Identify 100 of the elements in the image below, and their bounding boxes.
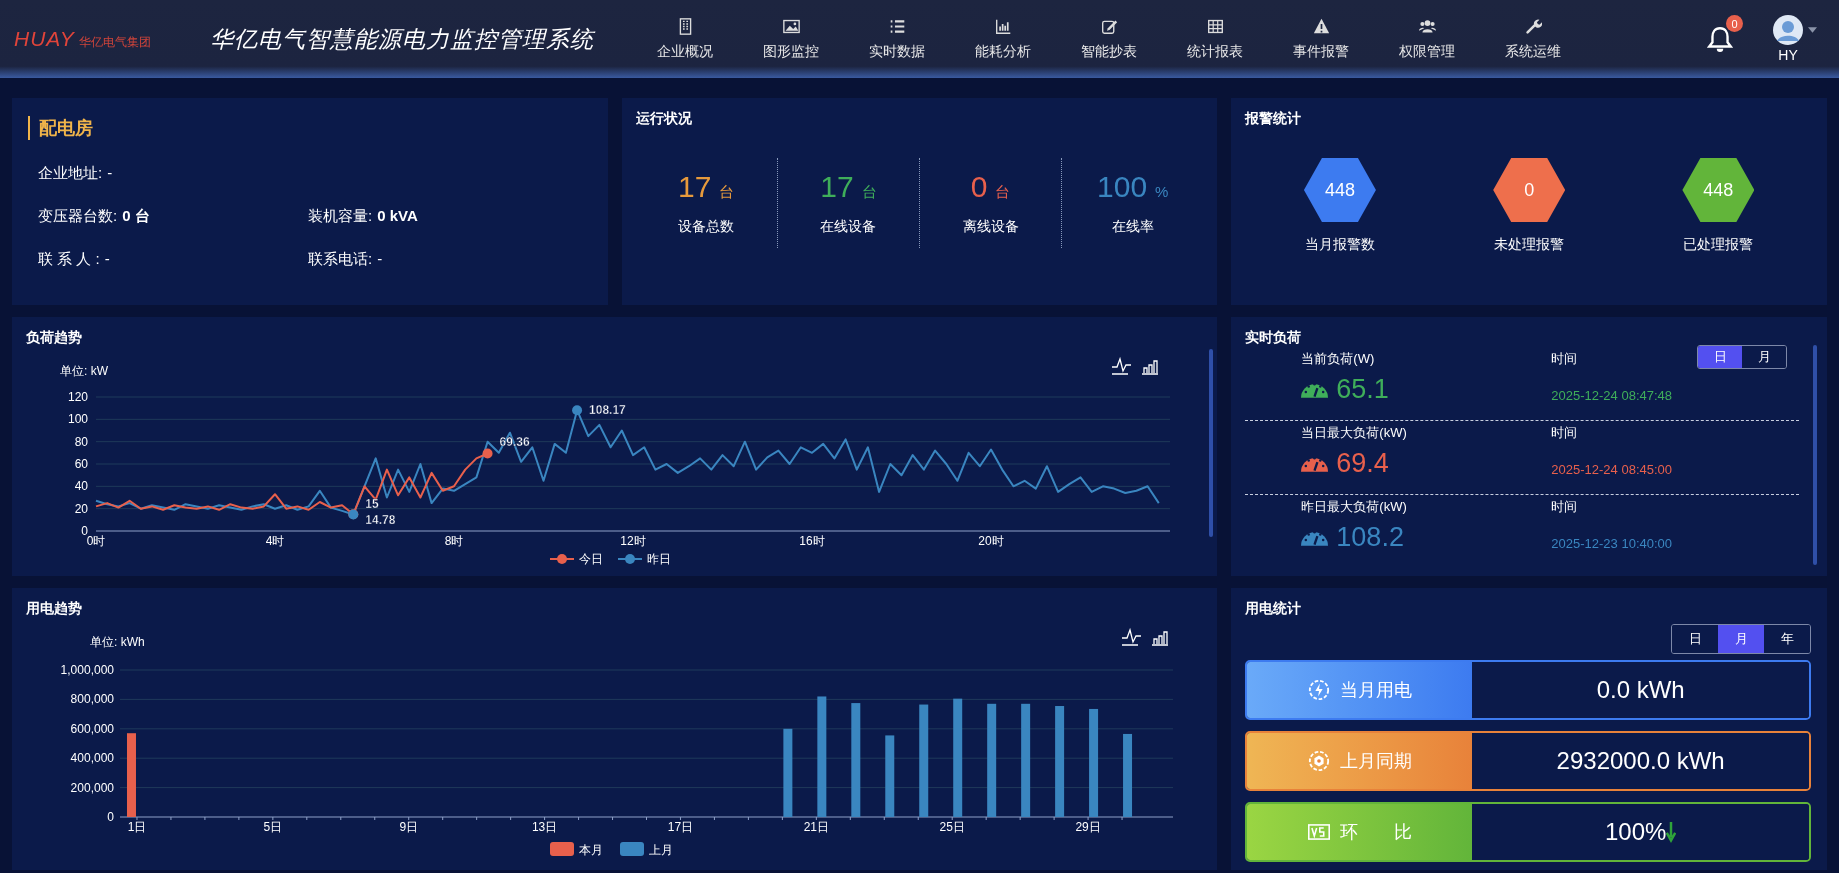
alarm-count-badge: 448 xyxy=(1303,158,1376,222)
stat-label: 离线设备 xyxy=(962,218,1019,236)
field-label: 联系电话: xyxy=(308,250,373,269)
legend-item[interactable]: 本月 xyxy=(550,842,603,857)
unit-label: 单位: kWh xyxy=(90,635,145,649)
stat-value: 2932000.0 kWh xyxy=(1556,747,1725,775)
metric-value: 69.4 xyxy=(1336,448,1389,478)
card-title: 用电趋势 xyxy=(26,600,83,618)
nav-item[interactable]: 企业概况 xyxy=(632,9,738,69)
axis-tick-label: 200,000 xyxy=(70,780,114,795)
vs-icon xyxy=(1307,821,1330,843)
metric-value: 65.1 xyxy=(1336,374,1389,404)
nav-item[interactable]: 实时数据 xyxy=(844,9,950,69)
nav-item[interactable]: 统计报表 xyxy=(1162,9,1268,69)
site-title: 配电房 xyxy=(28,116,592,140)
data-label: 14.78 xyxy=(365,513,396,528)
stat-value: 100 % xyxy=(1097,170,1169,204)
alarm-label: 已处理报警 xyxy=(1683,236,1754,254)
stat-label: 环 比 xyxy=(1339,821,1412,844)
axis-tick-label: 80 xyxy=(74,434,88,449)
data-label: 15 xyxy=(365,497,379,512)
field-value: 0 kVA xyxy=(377,207,418,226)
stat-label: 设备总数 xyxy=(678,218,735,236)
nav-item[interactable]: 权限管理 xyxy=(1374,9,1480,69)
axis-tick-label: 17日 xyxy=(667,820,694,834)
field-value: - xyxy=(104,250,110,269)
legend-label: 本月 xyxy=(579,843,603,857)
nav-item[interactable]: 智能抄表 xyxy=(1056,9,1162,69)
card-title: 报警统计 xyxy=(1245,110,1303,128)
axis-tick-label: 100 xyxy=(67,412,88,427)
card-title: 运行状况 xyxy=(635,110,693,128)
axis-tick-label: 60 xyxy=(74,457,88,471)
notification-bell-icon[interactable] xyxy=(1707,25,1733,53)
axis-tick-label: 800,000 xyxy=(70,692,114,707)
avatar-icon[interactable] xyxy=(1773,15,1803,45)
data-label: 108.17 xyxy=(589,403,626,418)
legend-label: 昨日 xyxy=(647,552,671,566)
card-title: 负荷趋势 xyxy=(26,329,83,347)
caret-icon[interactable] xyxy=(1808,27,1817,33)
card-title: 用电统计 xyxy=(1245,600,1303,618)
stat-value: 100% xyxy=(1604,818,1667,846)
field-label: 联 系 人 : xyxy=(38,250,100,269)
nav-item[interactable]: 系统运维 xyxy=(1480,9,1586,69)
axis-tick-label: 0 xyxy=(81,524,88,538)
logo-text: HUAY xyxy=(14,27,75,51)
stat-label: 当月用电 xyxy=(1339,679,1412,702)
table-icon xyxy=(1206,17,1224,35)
period-tab[interactable]: 日 xyxy=(1698,346,1742,368)
alarm-label: 当月报警数 xyxy=(1304,236,1375,254)
stat-value: 17 台 xyxy=(678,170,735,204)
nav-item[interactable]: 图形监控 xyxy=(738,9,844,69)
metric-label: 昨日最大负荷(kW) xyxy=(1301,498,1408,516)
time-label: 时间 xyxy=(1551,498,1578,516)
axis-tick-label: 1日 xyxy=(127,820,147,834)
stat-value: 17 台 xyxy=(820,170,877,204)
scrollbar[interactable] xyxy=(1209,349,1214,537)
axis-tick-label: 12时 xyxy=(620,534,646,548)
nav-item[interactable]: 能耗分析 xyxy=(950,9,1056,69)
axis-tick-label: 40 xyxy=(74,479,88,494)
legend-label: 今日 xyxy=(579,552,603,566)
user-name: HY xyxy=(1778,47,1798,63)
axis-tick-label: 0时 xyxy=(86,534,106,548)
logo-name: 华亿电气集团 xyxy=(78,34,151,51)
metric-label: 当前负荷(W) xyxy=(1301,350,1376,368)
axis-tick-label: 1,000,000 xyxy=(60,663,114,677)
axis-tick-label: 9日 xyxy=(399,820,419,834)
line-chart-icon[interactable] xyxy=(1111,356,1132,375)
legend-item[interactable]: 今日 xyxy=(549,552,603,566)
scrollbar[interactable] xyxy=(1813,345,1817,565)
field-label: 企业地址: xyxy=(38,164,103,183)
gear-icon xyxy=(1307,750,1330,772)
legend-item[interactable]: 上月 xyxy=(620,842,673,857)
timestamp: 2025-12-24 08:47:48 xyxy=(1551,388,1673,403)
lightning-icon xyxy=(1307,679,1330,701)
list-icon xyxy=(888,17,906,35)
stat-label: 在线设备 xyxy=(820,218,877,236)
stat-label: 在线率 xyxy=(1111,218,1154,236)
axis-tick-label: 600,000 xyxy=(70,721,114,736)
axis-tick-label: 21日 xyxy=(803,820,829,834)
data-point-marker xyxy=(572,405,583,416)
axis-tick-label: 20 xyxy=(74,501,88,516)
axis-tick-label: 400,000 xyxy=(70,751,114,766)
period-tab[interactable]: 月 xyxy=(1718,625,1764,653)
bar-chart-icon[interactable] xyxy=(1151,631,1169,646)
unit-label: 单位: kW xyxy=(60,364,108,378)
legend-item[interactable]: 昨日 xyxy=(617,552,671,566)
data-point-marker xyxy=(482,448,493,459)
legend-label: 上月 xyxy=(649,843,673,857)
stat-value: 0.0 kWh xyxy=(1596,676,1685,704)
alarm-count-badge: 448 xyxy=(1682,158,1755,222)
stat-value: 0 台 xyxy=(970,170,1011,204)
alarm-count-badge: 0 xyxy=(1493,158,1566,222)
axis-tick-label: 8时 xyxy=(444,534,464,548)
line-chart-icon[interactable] xyxy=(1121,627,1142,646)
bar-chart-icon[interactable] xyxy=(1141,360,1159,375)
notification-count-badge: 0 xyxy=(1726,15,1743,32)
field-value: 0 台 xyxy=(122,207,150,226)
nav-item[interactable]: 事件报警 xyxy=(1268,9,1374,69)
axis-tick-label: 16时 xyxy=(799,534,825,548)
time-label: 时间 xyxy=(1551,424,1578,442)
